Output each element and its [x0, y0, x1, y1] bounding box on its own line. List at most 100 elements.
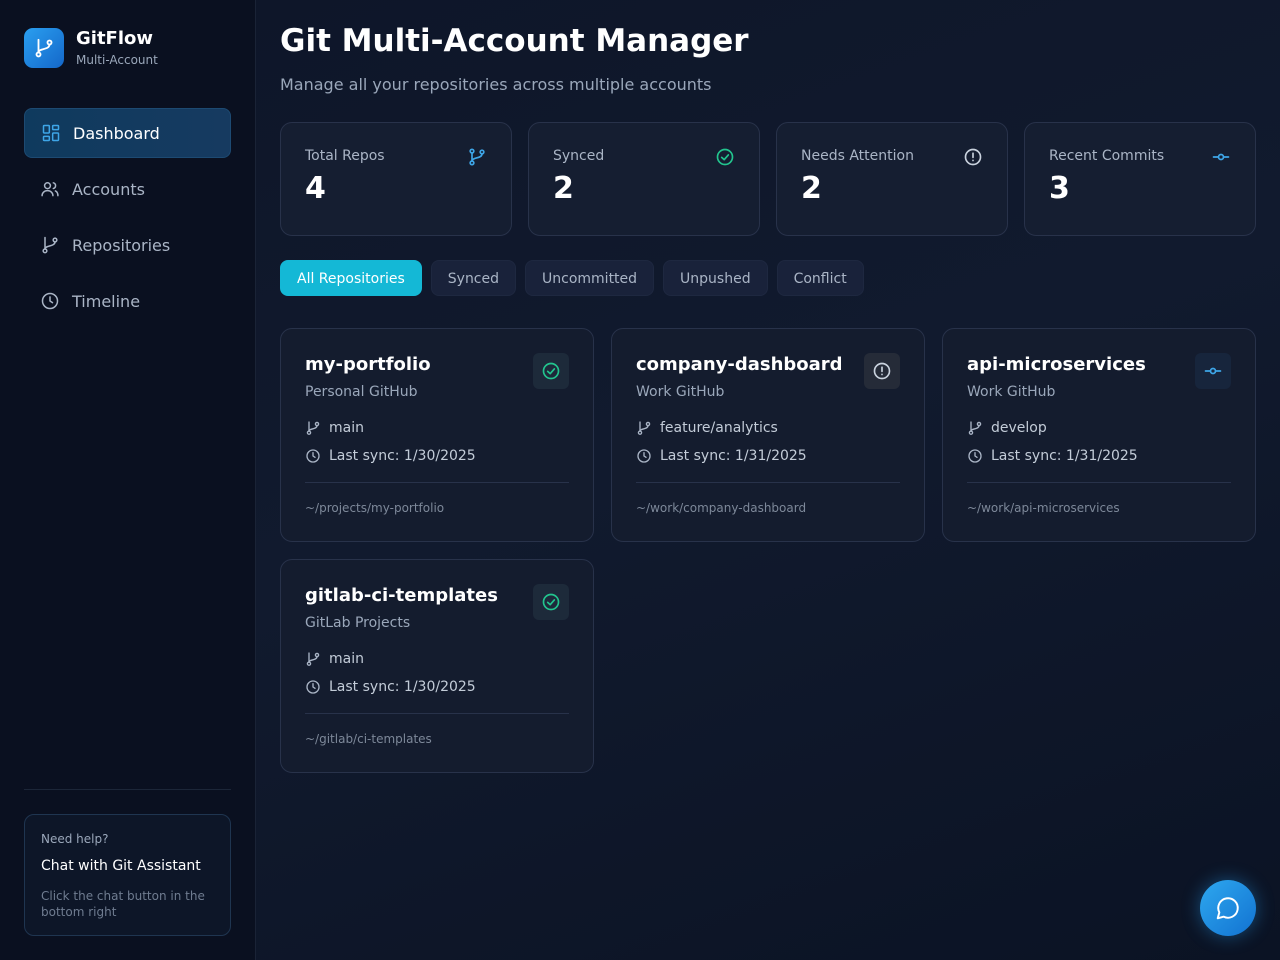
alert-circle-icon	[873, 362, 891, 380]
repo-last-sync-text: Last sync: 1/31/2025	[660, 448, 807, 464]
filter-conflict[interactable]: Conflict	[776, 260, 864, 296]
repo-path: ~/gitlab/ci-templates	[305, 732, 432, 746]
users-icon	[40, 179, 60, 199]
stat-label: Needs Attention	[801, 148, 914, 164]
repo-branch-name: feature/analytics	[660, 420, 778, 436]
clock-icon	[305, 679, 321, 695]
sidebar-item-label: Timeline	[72, 291, 141, 311]
alert-circle-icon	[963, 147, 983, 167]
git-commit-icon	[1204, 367, 1222, 375]
repo-grid: my-portfolio Personal GitHub main Last s…	[280, 328, 1256, 773]
filter-unpushed[interactable]: Unpushed	[663, 260, 768, 296]
repo-account: Personal GitHub	[305, 384, 418, 400]
brand-text: GitFlow Multi-Account	[76, 28, 158, 68]
help-card: Need help? Chat with Git Assistant Click…	[24, 814, 231, 936]
repo-status-badge	[1195, 353, 1231, 389]
brand-name: GitFlow	[76, 28, 154, 49]
check-circle-icon	[542, 593, 560, 611]
chat-button[interactable]	[1200, 880, 1256, 936]
clock-icon	[305, 448, 321, 464]
page-title: Git Multi-Account Manager	[280, 23, 749, 59]
sidebar-item-label: Repositories	[72, 235, 171, 255]
filter-all-repositories[interactable]: All Repositories	[280, 260, 422, 296]
stats-row: Total Repos 4 Synced 2 Needs Attention 2…	[280, 122, 1256, 236]
repo-divider	[305, 482, 569, 483]
sidebar-item-dashboard[interactable]: Dashboard	[24, 108, 231, 158]
repo-last-sync: Last sync: 1/30/2025	[305, 678, 569, 696]
repo-last-sync-text: Last sync: 1/30/2025	[329, 448, 476, 464]
repo-card[interactable]: api-microservices Work GitHub develop La…	[942, 328, 1256, 542]
repo-name: gitlab-ci-templates	[305, 585, 498, 606]
sidebar-item-label: Dashboard	[73, 123, 160, 143]
git-branch-logo-icon	[24, 28, 64, 68]
help-description: Click the chat button in the bottom righ…	[41, 889, 205, 919]
repo-path: ~/work/company-dashboard	[636, 501, 807, 515]
repo-last-sync-text: Last sync: 1/31/2025	[991, 448, 1138, 464]
git-branch-icon	[967, 420, 983, 436]
filter-tabs: All Repositories Synced Uncommitted Unpu…	[280, 260, 1256, 296]
stat-card-synced: Synced 2	[528, 122, 760, 236]
filter-uncommitted[interactable]: Uncommitted	[525, 260, 655, 296]
app-root: GitFlow Multi-Account Dashboard Accounts…	[0, 0, 1280, 960]
git-commit-icon	[1211, 147, 1231, 167]
repo-path: ~/projects/my-portfolio	[305, 501, 445, 515]
repo-divider	[967, 482, 1231, 483]
brand[interactable]: GitFlow Multi-Account	[24, 26, 231, 70]
repo-status-badge	[533, 584, 569, 620]
repo-card[interactable]: company-dashboard Work GitHub feature/an…	[611, 328, 925, 542]
repo-divider	[636, 482, 900, 483]
repo-branch: develop	[967, 419, 1231, 437]
main-content: Git Multi-Account Manager Manage all you…	[256, 0, 1280, 960]
git-branch-icon	[636, 420, 652, 436]
repo-last-sync: Last sync: 1/31/2025	[967, 447, 1231, 465]
git-branch-icon	[305, 420, 321, 436]
repo-last-sync-text: Last sync: 1/30/2025	[329, 679, 476, 695]
clock-icon	[967, 448, 983, 464]
grid-icon	[41, 123, 61, 143]
repo-branch-name: main	[329, 651, 364, 667]
git-branch-icon	[305, 651, 321, 667]
stat-card-needs-attention: Needs Attention 2	[776, 122, 1008, 236]
sidebar-item-repositories[interactable]: Repositories	[24, 220, 231, 270]
stat-value: 2	[801, 171, 822, 206]
help-title: Need help?	[41, 832, 109, 846]
repo-status-badge	[533, 353, 569, 389]
sidebar-item-label: Accounts	[72, 179, 145, 199]
chat-assistant-link[interactable]: Chat with Git Assistant	[41, 857, 214, 875]
stat-label: Total Repos	[305, 148, 385, 164]
repo-branch-name: develop	[991, 420, 1047, 436]
repo-last-sync: Last sync: 1/30/2025	[305, 447, 569, 465]
stat-card-total-repos: Total Repos 4	[280, 122, 512, 236]
repo-name: my-portfolio	[305, 354, 431, 375]
repo-card[interactable]: my-portfolio Personal GitHub main Last s…	[280, 328, 594, 542]
repo-account: GitLab Projects	[305, 615, 411, 631]
clock-icon	[636, 448, 652, 464]
filter-synced[interactable]: Synced	[430, 260, 517, 296]
repo-branch: main	[305, 650, 569, 668]
sidebar-item-accounts[interactable]: Accounts	[24, 164, 231, 214]
repo-branch: feature/analytics	[636, 419, 900, 437]
stat-label: Recent Commits	[1049, 148, 1165, 164]
sidebar-divider	[24, 789, 231, 790]
chat-bubble-icon	[1216, 897, 1239, 920]
repo-branch-name: main	[329, 420, 364, 436]
repo-last-sync: Last sync: 1/31/2025	[636, 447, 900, 465]
repo-path: ~/work/api-microservices	[967, 501, 1120, 515]
sidebar: GitFlow Multi-Account Dashboard Accounts…	[0, 0, 256, 960]
sidebar-nav: Dashboard Accounts Repositories Timeline	[24, 108, 231, 326]
stat-value: 2	[553, 171, 574, 206]
sidebar-item-timeline[interactable]: Timeline	[24, 276, 231, 326]
git-branch-icon	[40, 235, 60, 255]
repo-name: company-dashboard	[636, 354, 843, 375]
check-circle-icon	[542, 362, 560, 380]
stat-card-recent-commits: Recent Commits 3	[1024, 122, 1256, 236]
repo-status-badge	[864, 353, 900, 389]
git-branch-icon	[467, 147, 487, 167]
repo-name: api-microservices	[967, 354, 1146, 375]
stat-label: Synced	[553, 148, 605, 164]
repo-card[interactable]: gitlab-ci-templates GitLab Projects main	[280, 559, 594, 773]
stat-value: 3	[1049, 171, 1070, 206]
repo-divider	[305, 713, 569, 714]
repo-account: Work GitHub	[636, 384, 725, 400]
page-subtitle: Manage all your repositories across mult…	[280, 75, 712, 94]
